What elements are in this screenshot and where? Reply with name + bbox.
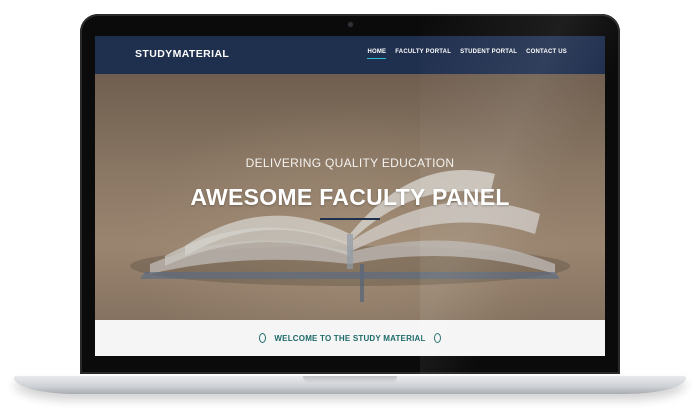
ring-icon (259, 333, 267, 343)
website-screen: STUDYMATERIAL HOME FACULTY PORTAL STUDEN… (95, 36, 605, 356)
nav-item-faculty-portal[interactable]: FACULTY PORTAL (395, 49, 451, 55)
hero-divider (320, 218, 380, 220)
navbar: STUDYMATERIAL HOME FACULTY PORTAL STUDEN… (95, 36, 605, 74)
nav-item-contact-us[interactable]: CONTACT US (526, 49, 567, 55)
nav-item-student-portal[interactable]: STUDENT PORTAL (460, 49, 517, 55)
nav-menu: HOME FACULTY PORTAL STUDENT PORTAL CONTA… (367, 49, 567, 59)
welcome-band: WELCOME TO THE STUDY MATERIAL (95, 320, 605, 356)
welcome-heading: WELCOME TO THE STUDY MATERIAL (274, 333, 426, 343)
laptop-notch (303, 376, 397, 383)
hero-tagline: DELIVERING QUALITY EDUCATION (245, 156, 455, 170)
laptop-mockup: STUDYMATERIAL HOME FACULTY PORTAL STUDEN… (0, 0, 700, 420)
hero-section: DELIVERING QUALITY EDUCATION AWESOME FAC… (95, 74, 605, 320)
brand-logo[interactable]: STUDYMATERIAL (135, 48, 229, 60)
ring-icon (433, 333, 441, 343)
nav-item-home[interactable]: HOME (367, 49, 387, 59)
camera-icon (348, 22, 353, 27)
hero-title: AWESOME FACULTY PANEL (190, 184, 510, 210)
